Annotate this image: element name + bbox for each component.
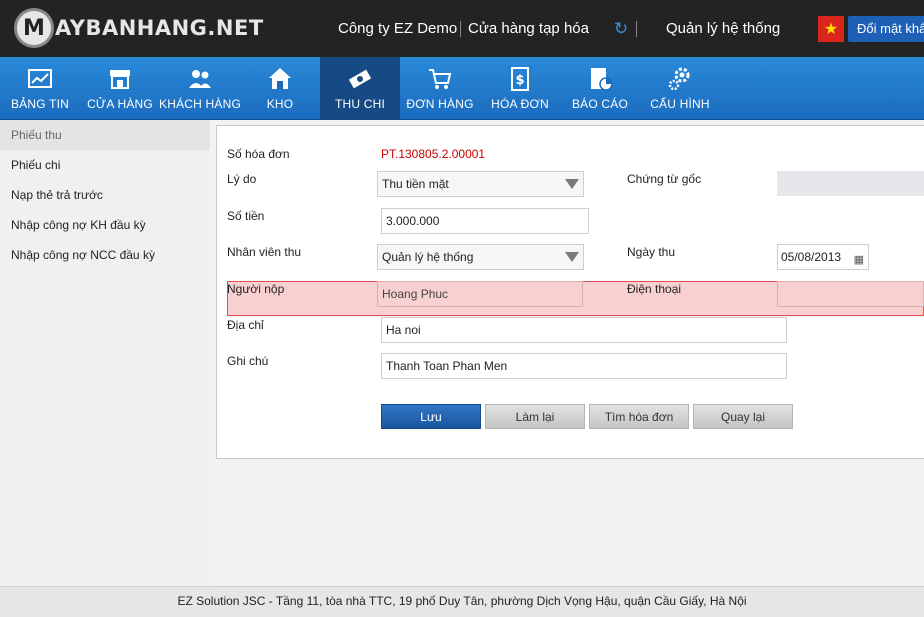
report-icon <box>586 65 614 93</box>
top-bar: M AYBANHANG.NET Công ty EZ Demo Cửa hàng… <box>0 0 924 57</box>
nav-label: BÁO CÁO <box>571 97 629 111</box>
source-doc-label: Chứng từ gốc <box>627 172 702 186</box>
nav-item-dashboard[interactable]: BẢNG TIN <box>0 57 80 120</box>
nav-label: CỬA HÀNG <box>87 97 153 111</box>
company-name[interactable]: Công ty EZ Demo <box>338 20 457 37</box>
date-value: 05/08/2013 <box>781 250 842 264</box>
nav-label: KHÁCH HÀNG <box>159 97 242 111</box>
footer: EZ Solution JSC - Tầng 11, tòa nhà TTC, … <box>0 586 924 617</box>
logo[interactable]: M AYBANHANG.NET <box>14 8 264 48</box>
sidebar-item-prepaid-card[interactable]: Nạp thẻ trả trước <box>0 180 210 210</box>
source-doc-field[interactable] <box>777 171 924 196</box>
note-label: Ghi chú <box>227 354 269 368</box>
nav-label: CẤU HÌNH <box>650 97 710 111</box>
sidebar-item-payment[interactable]: Phiếu chi <box>0 150 210 180</box>
payer-label: Người nộp <box>227 282 285 296</box>
note-field[interactable]: Thanh Toan Phan Men <box>381 353 787 379</box>
nav-item-customers[interactable]: KHÁCH HÀNG <box>159 57 242 120</box>
invoice-icon: $ <box>506 65 534 93</box>
back-button[interactable]: Quay lại <box>693 404 793 429</box>
nav-label: ĐƠN HÀNG <box>406 97 474 111</box>
invoice-no-value: PT.130805.2.00001 <box>381 147 486 161</box>
address-label: Địa chỉ <box>227 318 264 332</box>
sidebar-item-customer-debt[interactable]: Nhập công nợ KH đầu kỳ <box>0 210 210 240</box>
staff-label: Nhân viên thu <box>227 245 302 259</box>
staff-value: Quản lý hệ thống <box>382 250 474 264</box>
staff-select[interactable]: Quản lý hệ thống <box>377 244 584 270</box>
sidebar-item-supplier-debt[interactable]: Nhập công nợ NCC đầu kỳ <box>0 240 210 270</box>
nav-item-cash[interactable]: THU CHI <box>320 57 400 120</box>
nav-item-warehouse[interactable]: KHO <box>240 57 320 120</box>
cash-icon <box>346 65 374 93</box>
payer-field[interactable]: Hoang Phuc <box>377 281 583 307</box>
date-label: Ngày thu <box>627 245 676 259</box>
svg-text:$: $ <box>515 73 524 88</box>
main-nav: BẢNG TIN CỬA HÀNG KHÁCH HÀNG KHO THU CHI… <box>0 57 924 120</box>
address-field[interactable]: Ha noi <box>381 317 787 343</box>
reason-label: Lý do <box>227 172 257 186</box>
store-icon <box>106 65 134 93</box>
divider <box>636 21 637 37</box>
sidebar: Phiếu thu Phiếu chi Nạp thẻ trả trước Nh… <box>0 120 210 586</box>
logo-mark: M <box>14 8 54 48</box>
invoice-no-label: Số hóa đơn <box>227 147 290 161</box>
footer-address: EZ Solution JSC - Tầng 11, tòa nhà TTC, … <box>177 594 747 608</box>
chevron-down-icon <box>565 252 579 262</box>
sync-icon[interactable]: ↻ <box>612 20 630 38</box>
find-invoice-button[interactable]: Tìm hóa đơn <box>589 404 689 429</box>
phone-label: Điện thoại <box>627 282 682 296</box>
vietnam-flag-icon[interactable]: ★ <box>818 16 844 42</box>
divider <box>460 21 461 37</box>
reason-select[interactable]: Thu tiền mặt <box>377 171 584 197</box>
chevron-down-icon <box>565 179 579 189</box>
warehouse-icon <box>266 65 294 93</box>
reset-button[interactable]: Làm lại <box>485 404 585 429</box>
customers-icon <box>186 65 214 93</box>
amount-field[interactable]: 3.000.000 <box>381 208 589 234</box>
save-button[interactable]: Lưu <box>381 404 481 429</box>
phone-field[interactable] <box>777 281 924 307</box>
dashboard-icon <box>26 65 54 93</box>
nav-item-invoices[interactable]: $ HÓA ĐƠN <box>480 57 560 120</box>
store-name[interactable]: Cửa hàng tạp hóa <box>468 20 589 37</box>
date-field[interactable]: 05/08/2013 ▦ <box>777 244 869 270</box>
nav-label: KHO <box>266 97 294 111</box>
logo-text: AYBANHANG.NET <box>55 16 264 40</box>
nav-label: THU CHI <box>334 97 386 111</box>
nav-label: HÓA ĐƠN <box>491 97 549 111</box>
nav-item-orders[interactable]: ĐƠN HÀNG <box>400 57 480 120</box>
nav-item-store[interactable]: CỬA HÀNG <box>80 57 160 120</box>
calendar-icon[interactable]: ▦ <box>854 248 864 269</box>
nav-label: BẢNG TIN <box>10 97 70 111</box>
change-password-button[interactable]: Đổi mật khẩu <box>848 16 924 42</box>
nav-item-settings[interactable]: CẤU HÌNH <box>640 57 720 120</box>
reason-value: Thu tiền mặt <box>382 177 449 191</box>
nav-item-reports[interactable]: BÁO CÁO <box>560 57 640 120</box>
settings-icon <box>666 65 694 93</box>
cart-icon <box>426 65 454 93</box>
sidebar-item-receipt[interactable]: Phiếu thu <box>0 120 210 150</box>
amount-label: Số tiền <box>227 209 265 223</box>
user-name[interactable]: Quản lý hệ thống <box>666 20 780 37</box>
